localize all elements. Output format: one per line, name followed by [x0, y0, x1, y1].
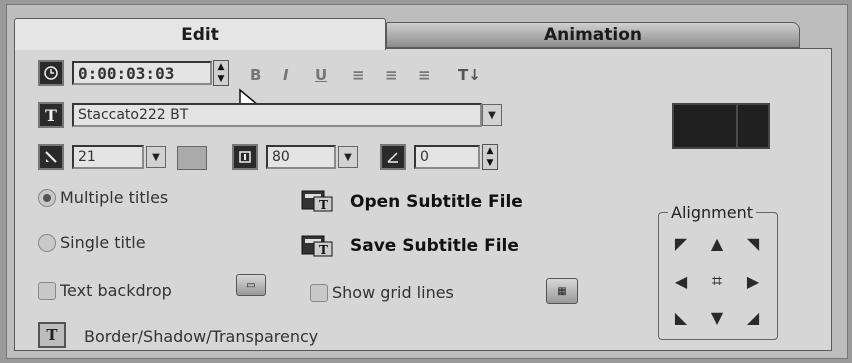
time-value: 0:00:03:03 — [78, 63, 175, 83]
open-subtitle-file-button[interactable]: Open Subtitle File — [350, 192, 523, 212]
text-backdrop-label: Text backdrop — [60, 281, 172, 300]
time-spinner[interactable]: ▲ ▼ — [213, 60, 229, 86]
tab-edit[interactable]: Edit — [14, 18, 386, 50]
vertical-text-button[interactable]: T↓ — [458, 66, 481, 84]
font-name-value: Staccato222 BT — [78, 107, 189, 123]
alignment-title: Alignment — [668, 203, 756, 222]
line-spacing-icon — [232, 144, 258, 170]
text-backdrop-checkbox[interactable] — [38, 282, 56, 300]
font-size-select[interactable]: 21 — [72, 145, 144, 169]
angle-icon — [380, 144, 406, 170]
angle-spinner[interactable]: ▲ ▼ — [482, 144, 498, 170]
angle-value: 0 — [420, 149, 429, 165]
tab-animation-label: Animation — [543, 25, 642, 45]
font-size-value: 21 — [78, 149, 96, 165]
align-left-button[interactable]: ≡ — [352, 66, 365, 84]
align-right-button[interactable]: ≡ — [418, 66, 431, 84]
bold-button[interactable]: B — [250, 66, 261, 84]
open-subtitle-icon[interactable]: T — [300, 187, 336, 215]
border-shadow-icon-glyph: T — [46, 326, 58, 344]
text-icon: T — [38, 102, 64, 128]
border-shadow-icon[interactable]: T — [38, 322, 66, 348]
save-subtitle-icon[interactable]: T — [300, 232, 336, 260]
font-name-select[interactable]: Staccato222 BT — [72, 103, 482, 127]
spin-down-icon: ▼ — [486, 157, 494, 168]
font-dropdown-button[interactable]: ▼ — [482, 104, 502, 126]
line-spacing-select[interactable]: 80 — [266, 145, 336, 169]
line-spacing-dropdown-button[interactable]: ▼ — [338, 146, 358, 168]
border-shadow-transparency-link[interactable]: Border/Shadow/Transparency — [84, 327, 318, 346]
tab-edit-label: Edit — [181, 24, 219, 45]
align-bottom-left-icon[interactable]: ◣ — [670, 306, 692, 328]
clock-icon — [38, 60, 64, 86]
preview-divider — [736, 105, 738, 147]
spin-down-icon: ▼ — [217, 73, 225, 84]
align-top-center-icon[interactable]: ▲ — [706, 232, 728, 254]
multiple-titles-radio[interactable] — [38, 189, 56, 207]
align-middle-right-icon[interactable]: ▶ — [742, 270, 764, 292]
spin-up-icon: ▲ — [217, 61, 225, 72]
italic-button[interactable]: I — [283, 66, 289, 84]
spin-up-icon: ▲ — [486, 145, 494, 156]
align-center-button[interactable]: ≡ — [385, 66, 398, 84]
backdrop-settings-icon[interactable]: ▭ — [236, 274, 266, 296]
svg-text:T: T — [319, 198, 328, 212]
align-top-left-icon[interactable]: ◤ — [670, 232, 692, 254]
line-spacing-value: 80 — [272, 149, 290, 165]
title-preview — [672, 103, 770, 149]
align-bottom-center-icon[interactable]: ▼ — [706, 306, 728, 328]
svg-text:T: T — [319, 243, 328, 257]
align-bottom-right-icon[interactable]: ◢ — [742, 306, 764, 328]
angle-input[interactable]: 0 — [414, 145, 480, 169]
align-center-icon[interactable]: ⌗ — [706, 270, 728, 292]
single-title-radio[interactable] — [38, 234, 56, 252]
show-grid-lines-label: Show grid lines — [332, 283, 454, 302]
color-swatch[interactable] — [177, 146, 207, 170]
grid-settings-icon[interactable]: ▦ — [546, 278, 578, 304]
font-size-icon — [38, 144, 64, 170]
font-size-dropdown-button[interactable]: ▼ — [146, 146, 166, 168]
single-title-label: Single title — [60, 233, 146, 252]
time-input[interactable]: 0:00:03:03 — [72, 61, 212, 85]
save-subtitle-file-button[interactable]: Save Subtitle File — [350, 236, 519, 256]
underline-button[interactable]: U — [315, 66, 327, 84]
tab-animation[interactable]: Animation — [386, 22, 800, 48]
align-middle-left-icon[interactable]: ◀ — [670, 270, 692, 292]
align-top-right-icon[interactable]: ◥ — [742, 232, 764, 254]
show-grid-lines-checkbox[interactable] — [310, 284, 328, 302]
multiple-titles-label: Multiple titles — [60, 188, 169, 207]
text-icon-glyph: T — [45, 105, 57, 125]
